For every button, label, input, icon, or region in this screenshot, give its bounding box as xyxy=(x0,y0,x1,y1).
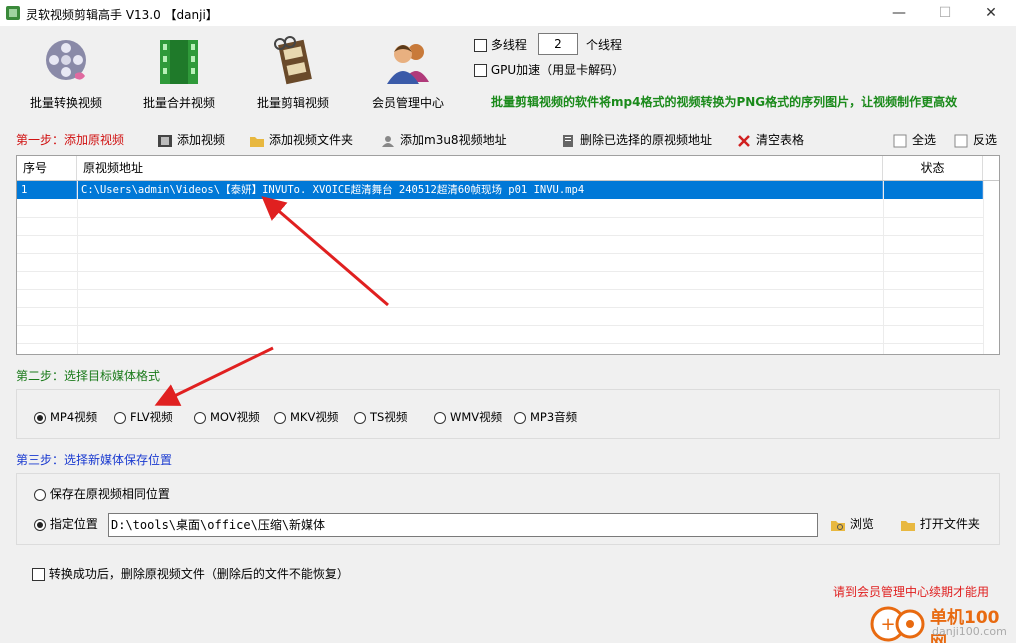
arrow-to-row xyxy=(261,196,389,307)
arrow-to-flv xyxy=(154,346,274,406)
annotation-arrows xyxy=(154,196,389,406)
